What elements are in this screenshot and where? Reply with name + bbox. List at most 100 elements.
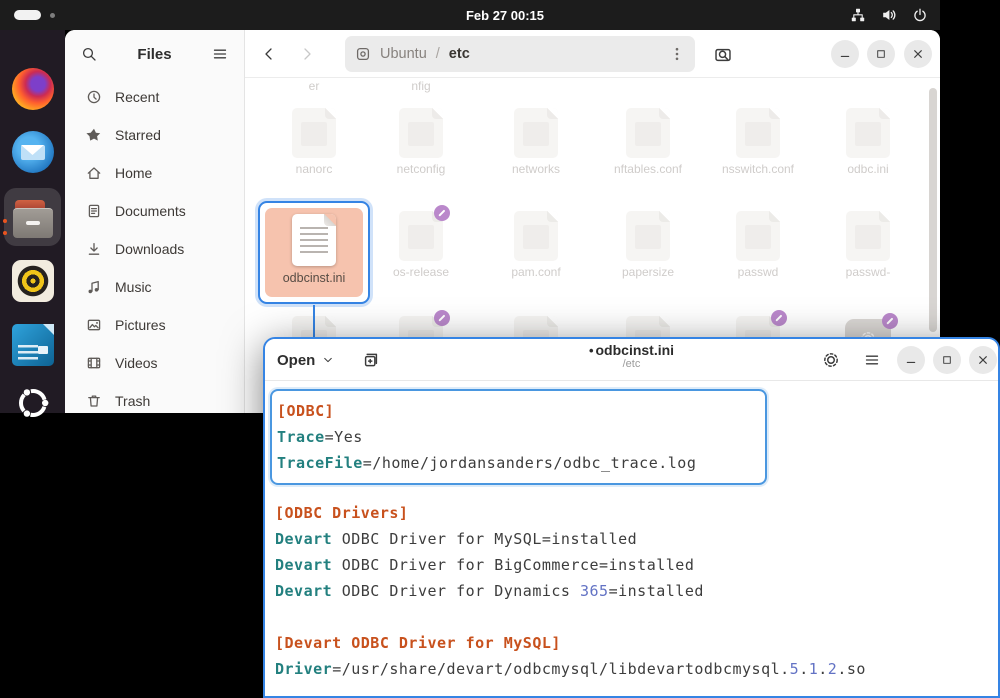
editor-maximize-button[interactable] [933,346,961,374]
editor-close-button[interactable] [969,346,997,374]
file-tile[interactable]: netconfig [365,98,477,176]
thunderbird-icon [12,131,54,173]
rhythmbox-icon [12,260,54,302]
sidebar-item-label: Recent [115,89,159,105]
sidebar-item-home[interactable]: Home [65,154,244,192]
file-label-partial[interactable]: nfig [365,79,477,93]
file-icon [514,108,558,158]
file-tile[interactable]: networks [480,98,592,176]
open-button-label: Open [277,352,315,369]
sidebar-item-starred[interactable]: Starred [65,116,244,154]
dock-item-ubuntu[interactable] [10,380,55,425]
open-button[interactable]: Open [277,346,334,374]
dock-item-firefox[interactable] [10,66,55,111]
file-label-partial[interactable]: er [258,79,370,93]
network-icon[interactable] [850,7,866,23]
system-status-area[interactable] [850,0,928,30]
code-line: [ODBC] [277,398,757,424]
path-menu-icon[interactable] [669,46,685,62]
new-tab-icon[interactable] [362,351,380,369]
code-line: Devart ODBC Driver for Dynamics 365=inst… [275,578,998,604]
hamburger-menu-icon[interactable] [212,46,228,62]
files-icon [11,198,55,238]
star-icon [86,127,102,143]
code-line: Trace=Yes [277,424,757,450]
file-tile-selected[interactable]: odbcinst.ini [258,201,370,304]
dock-item-files[interactable] [10,195,55,240]
maximize-icon [875,48,887,60]
music-icon [86,279,102,295]
files-sidebar-list: Recent Starred Home Documents Downloads Music… [65,78,244,413]
forward-button[interactable] [291,38,323,70]
desktop: Feb 27 00:15 Files Recent Starred Home Docu… [0,0,1000,698]
gear-icon[interactable] [822,351,840,369]
search-folder-icon [714,46,732,64]
files-sidebar: Files Recent Starred Home Documents Download… [65,30,245,413]
sidebar-item-recent[interactable]: Recent [65,78,244,116]
volume-icon[interactable] [881,7,897,23]
dock-item-rhythmbox[interactable] [10,258,55,303]
path-bar[interactable]: Ubuntu / etc [345,36,695,72]
editor-menu-icon[interactable] [864,352,880,368]
file-icon [626,108,670,158]
chevron-down-icon [322,354,334,366]
files-app-title: Files [97,46,212,63]
file-icon [514,211,558,261]
file-tile[interactable]: nsswitch.conf [702,98,814,176]
symlink-emblem-icon [771,310,787,326]
document-icon [86,203,102,219]
minimize-icon [838,47,852,61]
code-line: Devart ODBC Driver for MySQL=installed [275,526,998,552]
file-tile[interactable]: passwd- [812,201,924,279]
sidebar-item-label: Trash [115,393,150,409]
picture-icon [86,317,102,333]
maximize-icon [941,354,953,366]
sidebar-item-documents[interactable]: Documents [65,192,244,230]
clock[interactable]: Feb 27 00:15 [466,0,544,30]
sidebar-item-label: Documents [115,203,186,219]
file-tile[interactable]: passwd [702,201,814,279]
search-icon[interactable] [81,46,97,62]
file-tile[interactable]: papersize [592,201,704,279]
back-button[interactable] [253,38,285,70]
film-icon [86,355,102,371]
file-tile[interactable]: nftables.conf [592,98,704,176]
sidebar-item-pictures[interactable]: Pictures [65,306,244,344]
annotation-connector-line [313,305,315,338]
search-button[interactable] [707,39,739,71]
path-segment-drive[interactable]: Ubuntu [380,46,427,62]
file-name: nftables.conf [601,163,695,176]
workspace-indicator-active[interactable] [14,10,41,20]
files-scrollbar[interactable] [929,88,937,332]
sidebar-item-music[interactable]: Music [65,268,244,306]
file-name: odbcinst.ini [265,271,363,285]
file-tile[interactable]: pam.conf [480,201,592,279]
back-icon [261,46,277,62]
files-minimize-button[interactable] [831,40,859,68]
workspace-indicator-inactive[interactable] [50,13,55,18]
files-close-button[interactable] [904,40,932,68]
editor-minimize-button[interactable] [897,346,925,374]
power-icon[interactable] [912,7,928,23]
sidebar-item-label: Downloads [115,241,184,257]
files-headerbar: Ubuntu / etc [245,30,940,78]
sidebar-item-label: Starred [115,127,161,143]
file-tile[interactable]: nanorc [258,98,370,176]
path-segment-current[interactable]: etc [449,46,470,62]
sidebar-item-downloads[interactable]: Downloads [65,230,244,268]
editor-title: •odbcinst.ini /etc [589,342,674,370]
dock-item-thunderbird[interactable] [10,129,55,174]
text-block: [ODBC Drivers]Devart ODBC Driver for MyS… [275,500,998,604]
editor-text-area[interactable]: [ODBC]Trace=YesTraceFile=/home/jordansan… [265,381,998,696]
file-tile[interactable]: os-release [365,201,477,279]
file-name: netconfig [374,163,468,176]
symlink-emblem-icon [882,313,898,329]
files-maximize-button[interactable] [867,40,895,68]
sidebar-item-videos[interactable]: Videos [65,344,244,382]
files-sidebar-header: Files [65,30,244,78]
sidebar-item-trash[interactable]: Trash [65,382,244,413]
file-icon [399,108,443,158]
dock-item-libreoffice[interactable] [10,322,55,367]
text-editor-window: Open •odbcinst.ini /etc [ODBC]Trace=YesT… [263,337,1000,698]
file-tile[interactable]: odbc.ini [812,98,924,176]
